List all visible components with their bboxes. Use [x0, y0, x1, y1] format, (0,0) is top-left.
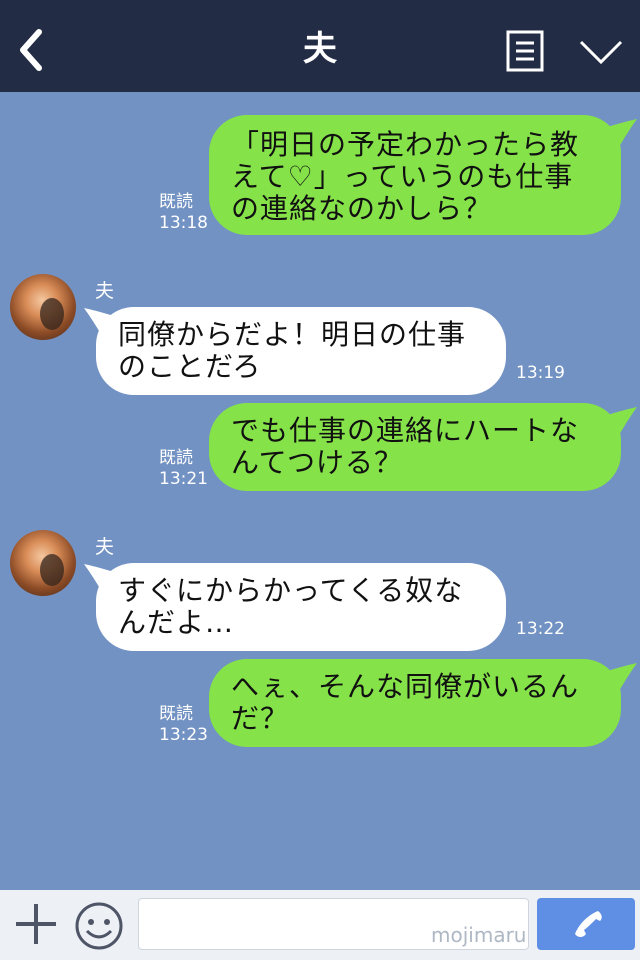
plus-icon[interactable] [14, 900, 58, 948]
message-bubble-outgoing[interactable]: へぇ、そんな同僚がいるん だ？ [209, 659, 621, 747]
message-bubble-incoming[interactable]: すぐにからかってくる奴な んだよ… [96, 563, 506, 651]
read-status: 既読 [159, 448, 193, 468]
message-time: 13:22 [516, 619, 565, 639]
bubble-tail-icon [607, 119, 637, 147]
avatar-detail [40, 554, 64, 586]
bubble-tail-icon [607, 407, 637, 435]
message-text: 「明日の予定わかったら教 えて♡」っていうのも仕事 の連絡なのかしら？ [231, 128, 580, 225]
back-chevron-icon[interactable] [14, 28, 48, 72]
read-status: 既読 [159, 704, 193, 724]
phone-icon [575, 911, 602, 937]
message-text: すぐにからかってくる奴な んだよ… [118, 574, 464, 639]
chat-log: 「明日の予定わかったら教 えて♡」っていうのも仕事 の連絡なのかしら？ 既読 1… [0, 92, 640, 890]
sender-name: 夫 [95, 280, 115, 302]
message-text: へぇ、そんな同僚がいるん だ？ [231, 670, 580, 735]
call-button[interactable] [537, 898, 635, 950]
message-time: 13:21 [159, 469, 208, 489]
message-bubble-incoming[interactable]: 同僚からだよ！明日の仕事 のことだろ [96, 307, 506, 395]
bubble-tail-icon [607, 663, 637, 691]
notes-icon[interactable] [504, 30, 544, 74]
message-time: 13:18 [159, 213, 208, 233]
avatar[interactable] [10, 274, 76, 340]
message-time: 13:19 [516, 363, 565, 383]
emoji-icon[interactable] [73, 900, 125, 952]
chat-title: 夫 [303, 29, 337, 69]
watermark: mojimaru [431, 923, 527, 947]
bubble-tail-icon [84, 308, 114, 336]
chat-header: 夫 [0, 0, 640, 92]
avatar-detail [40, 298, 64, 330]
message-text: 同僚からだよ！明日の仕事 のことだろ [118, 318, 467, 383]
avatar[interactable] [10, 530, 76, 596]
sender-name: 夫 [95, 536, 115, 558]
chevron-down-icon[interactable] [578, 38, 624, 66]
message-bubble-outgoing[interactable]: でも仕事の連絡にハートな んてつける？ [209, 403, 621, 491]
message-bubble-outgoing[interactable]: 「明日の予定わかったら教 えて♡」っていうのも仕事 の連絡なのかしら？ [209, 115, 621, 235]
message-time: 13:23 [159, 725, 208, 745]
bubble-tail-icon [84, 564, 114, 592]
message-text: でも仕事の連絡にハートな んてつける？ [231, 414, 580, 479]
read-status: 既読 [159, 192, 193, 212]
